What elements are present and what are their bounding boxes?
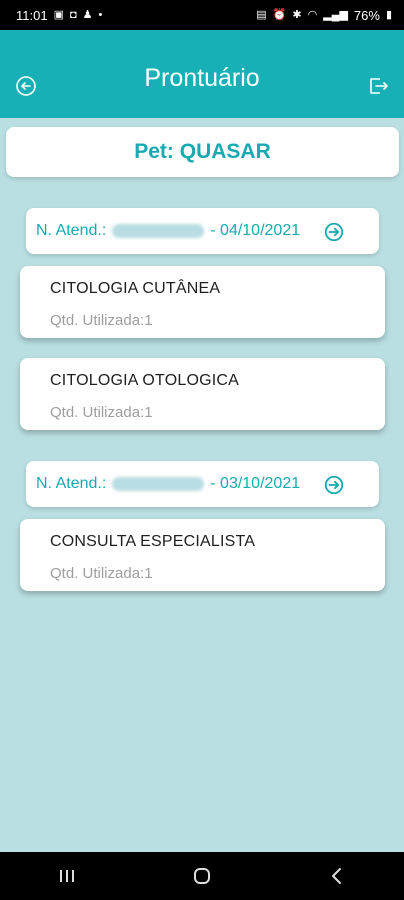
procedure-quantity: Qtd. Utilizada:1 <box>50 565 153 582</box>
system-navigation-bar <box>0 852 404 900</box>
procedure-quantity: Qtd. Utilizada:1 <box>50 312 153 329</box>
atendimento-prefix: N. Atend.: <box>36 475 107 492</box>
atendimento-date: - 04/10/2021 <box>210 222 301 239</box>
wifi-icon: ◠ <box>307 8 318 21</box>
atendimento-number-redacted <box>112 477 205 491</box>
battery-icon: ▮ <box>385 8 392 21</box>
signal-icon: ▂▄▆ <box>323 8 348 21</box>
back-button[interactable] <box>317 861 357 891</box>
bluetooth-icon: ✱ <box>292 8 302 21</box>
home-icon <box>193 868 210 884</box>
status-bar: 11:01 ▣ ◘ ♟ • ▤ ⏰ ✱ ◠ ▂▄▆ 76% ▮ <box>0 0 404 30</box>
status-time: 11:01 <box>16 7 48 23</box>
lock-icon: ▤ <box>256 8 267 21</box>
alarm-icon: ⏰ <box>272 8 287 21</box>
recent-apps-icon <box>60 870 75 882</box>
app-bar: Prontuário <box>0 30 404 118</box>
procedure-card[interactable]: CITOLOGIA CUTÂNEA Qtd. Utilizada:1 <box>20 266 385 338</box>
logout-icon[interactable] <box>366 74 390 98</box>
pet-name-card: Pet: QUASAR <box>6 127 399 177</box>
recent-apps-button[interactable] <box>47 861 87 891</box>
battery-percent: 76% <box>353 7 380 23</box>
page-title: Prontuário <box>144 63 260 92</box>
chevron-left-icon <box>331 868 341 884</box>
back-arrow-icon[interactable] <box>14 74 38 98</box>
atendimento-header[interactable]: N. Atend.: - 04/10/2021 <box>26 208 379 254</box>
arrow-right-circle-icon[interactable] <box>323 474 345 496</box>
image-icon: ▣ <box>53 8 64 21</box>
bag-icon: ◘ <box>69 8 77 21</box>
home-button[interactable] <box>182 861 222 891</box>
procedure-quantity: Qtd. Utilizada:1 <box>50 404 153 421</box>
procedure-card[interactable]: CITOLOGIA OTOLOGICA Qtd. Utilizada:1 <box>20 358 385 430</box>
atendimento-prefix: N. Atend.: <box>36 222 107 239</box>
pet-name-label: Pet: QUASAR <box>134 140 271 163</box>
notification-icon: ♟ <box>82 8 93 21</box>
dot-icon: • <box>98 8 103 21</box>
procedure-card[interactable]: CONSULTA ESPECIALISTA Qtd. Utilizada:1 <box>20 519 385 591</box>
procedure-name: CITOLOGIA OTOLOGICA <box>50 372 240 389</box>
procedure-name: CITOLOGIA CUTÂNEA <box>50 280 221 297</box>
arrow-right-circle-icon[interactable] <box>323 221 345 243</box>
atendimento-header[interactable]: N. Atend.: - 03/10/2021 <box>26 461 379 507</box>
atendimento-number-redacted <box>112 224 205 238</box>
procedure-name: CONSULTA ESPECIALISTA <box>50 533 256 550</box>
atendimento-date: - 03/10/2021 <box>210 475 301 492</box>
